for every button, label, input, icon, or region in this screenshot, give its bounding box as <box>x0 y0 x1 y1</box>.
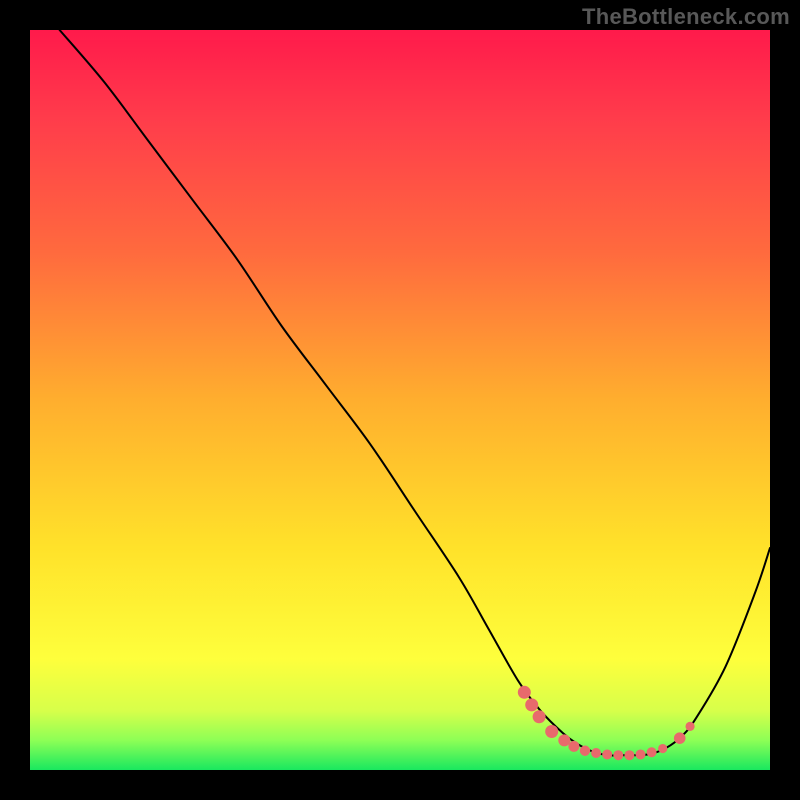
marker-dot <box>568 741 579 752</box>
chart-container: TheBottleneck.com <box>0 0 800 800</box>
watermark-text: TheBottleneck.com <box>582 4 790 30</box>
gradient-background <box>30 30 770 770</box>
marker-dot <box>685 722 694 731</box>
marker-dot <box>674 732 686 744</box>
marker-dot <box>558 734 570 746</box>
marker-dot <box>647 747 657 757</box>
marker-dot <box>613 750 623 760</box>
marker-dot <box>591 748 601 758</box>
marker-dot <box>658 744 667 753</box>
marker-dot <box>602 749 612 759</box>
marker-dot <box>545 725 558 738</box>
marker-dot <box>525 698 538 711</box>
marker-dot <box>624 750 634 760</box>
marker-dot <box>518 686 531 699</box>
marker-dot <box>636 749 646 759</box>
bottleneck-chart <box>30 30 770 770</box>
marker-dot <box>533 710 546 723</box>
marker-dot <box>580 746 590 756</box>
